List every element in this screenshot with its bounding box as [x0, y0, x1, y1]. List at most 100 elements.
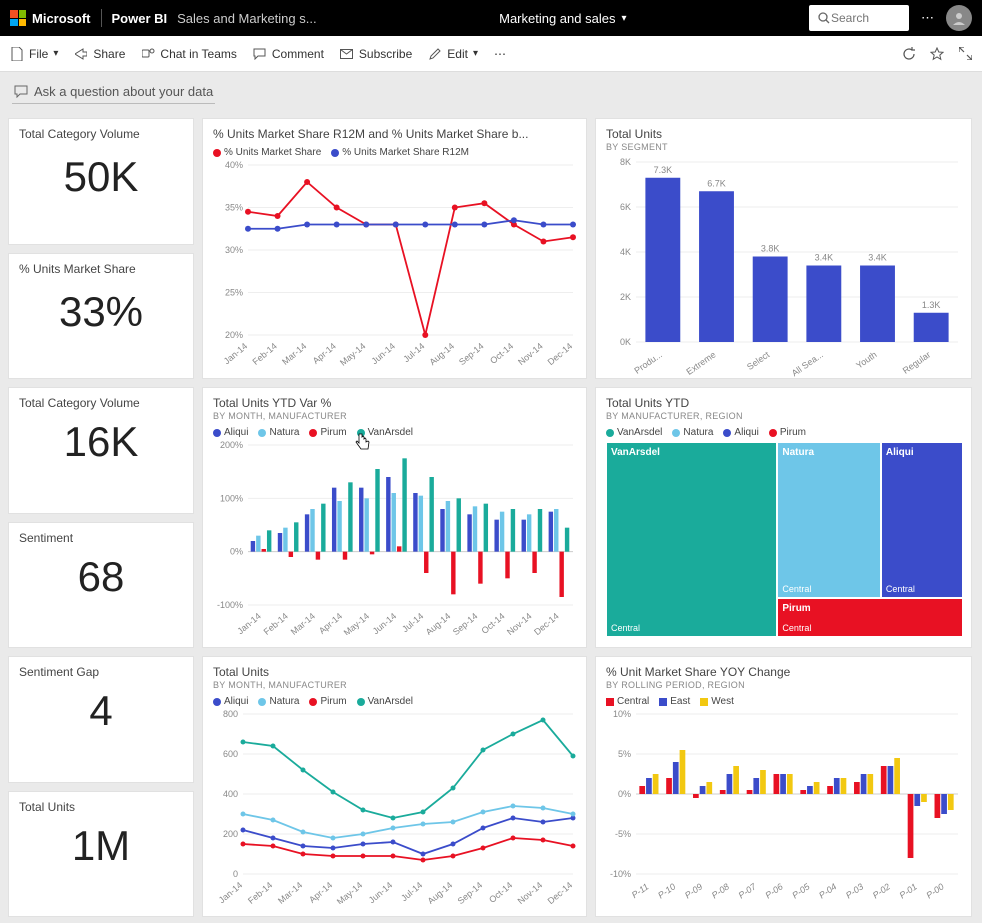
svg-text:5%: 5%: [618, 749, 631, 759]
svg-text:Feb-14: Feb-14: [251, 341, 279, 367]
qa-bar: Ask a question about your data: [0, 72, 982, 112]
svg-text:Mar-14: Mar-14: [276, 880, 304, 904]
subscribe-button[interactable]: Subscribe: [340, 47, 412, 61]
chart-subtitle: BY MONTH, MANUFACTURER: [213, 680, 576, 690]
svg-text:Apr-14: Apr-14: [307, 880, 334, 904]
svg-text:Aug-14: Aug-14: [426, 880, 455, 904]
chart-canvas: VanArsdelCentralNaturaCentralAliquiCentr…: [606, 442, 963, 637]
svg-text:800: 800: [223, 709, 238, 719]
svg-text:P-01: P-01: [898, 881, 919, 900]
svg-text:May-14: May-14: [342, 611, 371, 635]
svg-text:8K: 8K: [620, 157, 631, 167]
kpi-total-category-volume-2[interactable]: Total Category Volume 16K: [8, 387, 194, 514]
product-name[interactable]: Power BI: [112, 11, 168, 26]
chart-legend: AliquiNaturaPirumVanArsdel: [213, 427, 576, 438]
microsoft-logo: Microsoft: [10, 10, 91, 26]
user-avatar[interactable]: [946, 5, 972, 31]
svg-text:P-05: P-05: [790, 881, 812, 901]
treemap-node[interactable]: NaturaCentral: [777, 442, 881, 598]
chart-title: Total Units: [213, 665, 576, 679]
chart-title: Total Units YTD: [606, 396, 961, 410]
star-icon[interactable]: [930, 47, 944, 61]
comment-button[interactable]: Comment: [253, 47, 324, 61]
kpi-total-units[interactable]: Total Units 1M: [8, 791, 194, 917]
chart-subtitle: BY MONTH, MANUFACTURER: [213, 411, 576, 421]
svg-text:Sep-14: Sep-14: [451, 611, 480, 635]
svg-text:Jan-14: Jan-14: [217, 880, 245, 904]
edit-button[interactable]: Edit▾: [428, 47, 478, 61]
svg-text:1.3K: 1.3K: [922, 300, 941, 310]
brand-text: Microsoft: [32, 11, 91, 26]
svg-text:Jan-14: Jan-14: [222, 341, 250, 366]
svg-text:P-11: P-11: [630, 881, 651, 900]
chart-total-units-line[interactable]: Total Units BY MONTH, MANUFACTURER Aliqu…: [202, 656, 587, 917]
svg-text:Jun-14: Jun-14: [371, 611, 399, 635]
search-field[interactable]: [831, 11, 891, 25]
treemap-node[interactable]: VanArsdelCentral: [606, 442, 777, 637]
share-button[interactable]: Share: [74, 47, 125, 61]
kpi-units-market-share[interactable]: % Units Market Share 33%: [8, 253, 194, 379]
kpi-title: Total Category Volume: [19, 396, 183, 410]
chart-subtitle: BY SEGMENT: [606, 142, 961, 152]
chart-market-share-line[interactable]: % Units Market Share R12M and % Units Ma…: [202, 118, 587, 379]
treemap-node[interactable]: PirumCentral: [777, 598, 963, 637]
qa-input[interactable]: Ask a question about your data: [12, 80, 215, 104]
chart-canvas: 0200400600800Jan-14Feb-14Mar-14Apr-14May…: [213, 709, 578, 904]
comment-icon: [253, 47, 267, 61]
more-icon[interactable]: ⋯: [921, 10, 934, 26]
svg-text:Sep-14: Sep-14: [457, 341, 486, 367]
svg-text:Youth: Youth: [854, 349, 878, 370]
expand-icon[interactable]: [958, 47, 972, 61]
treemap-node[interactable]: AliquiCentral: [881, 442, 963, 598]
dashboard-grid: Total Category Volume 50K % Units Market…: [0, 112, 982, 923]
chart-legend: AliquiNaturaPirumVanArsdel: [213, 696, 576, 707]
chart-canvas: 20%25%30%35%40%Jan-14Feb-14Mar-14Apr-14M…: [213, 160, 578, 370]
svg-text:400: 400: [223, 789, 238, 799]
chart-segment-bars[interactable]: Total Units BY SEGMENT 0K2K4K6K8K7.3KPro…: [595, 118, 972, 379]
chart-ytd-var-bars[interactable]: Total Units YTD Var % BY MONTH, MANUFACT…: [202, 387, 587, 648]
kpi-value: 50K: [19, 141, 183, 207]
chart-canvas: 0K2K4K6K8K7.3KProdu...6.7KExtreme3.8KSel…: [606, 152, 963, 377]
kpi-sentiment[interactable]: Sentiment 68: [8, 522, 194, 648]
svg-text:Jul-14: Jul-14: [400, 611, 425, 634]
svg-text:P-03: P-03: [844, 881, 865, 900]
chart-legend: VanArsdelNaturaAliquiPirum: [606, 427, 961, 438]
kpi-sentiment-gap[interactable]: Sentiment Gap 4: [8, 656, 194, 783]
svg-text:Jan-14: Jan-14: [235, 611, 263, 635]
chart-canvas: -10%-5%0%5%10%P-11P-10P-09P-08P-07P-06P-…: [606, 709, 963, 904]
chart-title: Total Units: [606, 127, 961, 141]
svg-text:Apr-14: Apr-14: [317, 611, 344, 635]
chart-yoy-bars[interactable]: % Unit Market Share YOY Change BY ROLLIN…: [595, 656, 972, 917]
svg-text:Dec-14: Dec-14: [546, 341, 575, 367]
svg-text:25%: 25%: [225, 288, 243, 298]
svg-text:-5%: -5%: [615, 829, 631, 839]
svg-text:0: 0: [233, 869, 238, 879]
svg-text:May-14: May-14: [335, 880, 364, 904]
svg-text:All Sea...: All Sea...: [790, 349, 825, 377]
chart-legend: % Units Market Share% Units Market Share…: [213, 147, 576, 158]
svg-text:3.4K: 3.4K: [815, 253, 834, 263]
svg-text:30%: 30%: [225, 245, 243, 255]
more-actions-icon[interactable]: ⋯: [494, 47, 506, 61]
svg-text:Nov-14: Nov-14: [505, 611, 534, 635]
svg-text:3.8K: 3.8K: [761, 244, 780, 254]
svg-text:Jun-14: Jun-14: [367, 880, 395, 904]
mail-icon: [340, 47, 354, 61]
svg-text:2K: 2K: [620, 292, 631, 302]
svg-text:Mar-14: Mar-14: [280, 341, 308, 367]
report-name[interactable]: Sales and Marketing s...: [177, 11, 316, 26]
svg-text:Jul-14: Jul-14: [399, 880, 424, 903]
svg-text:May-14: May-14: [338, 341, 367, 368]
svg-text:6.7K: 6.7K: [707, 178, 726, 188]
chat-teams-button[interactable]: Chat in Teams: [141, 47, 236, 61]
chart-title: % Unit Market Share YOY Change: [606, 665, 961, 679]
file-menu[interactable]: File▾: [10, 47, 58, 61]
page-selector[interactable]: Marketing and sales ▾: [499, 11, 626, 26]
search-input[interactable]: [809, 5, 909, 31]
refresh-icon[interactable]: [902, 47, 916, 61]
svg-text:Oct-14: Oct-14: [479, 611, 506, 635]
chart-ytd-treemap[interactable]: Total Units YTD BY MANUFACTURER, REGION …: [595, 387, 972, 648]
kpi-total-category-volume-1[interactable]: Total Category Volume 50K: [8, 118, 194, 245]
top-app-bar: Microsoft Power BI Sales and Marketing s…: [0, 0, 982, 36]
svg-text:P-04: P-04: [817, 881, 838, 900]
